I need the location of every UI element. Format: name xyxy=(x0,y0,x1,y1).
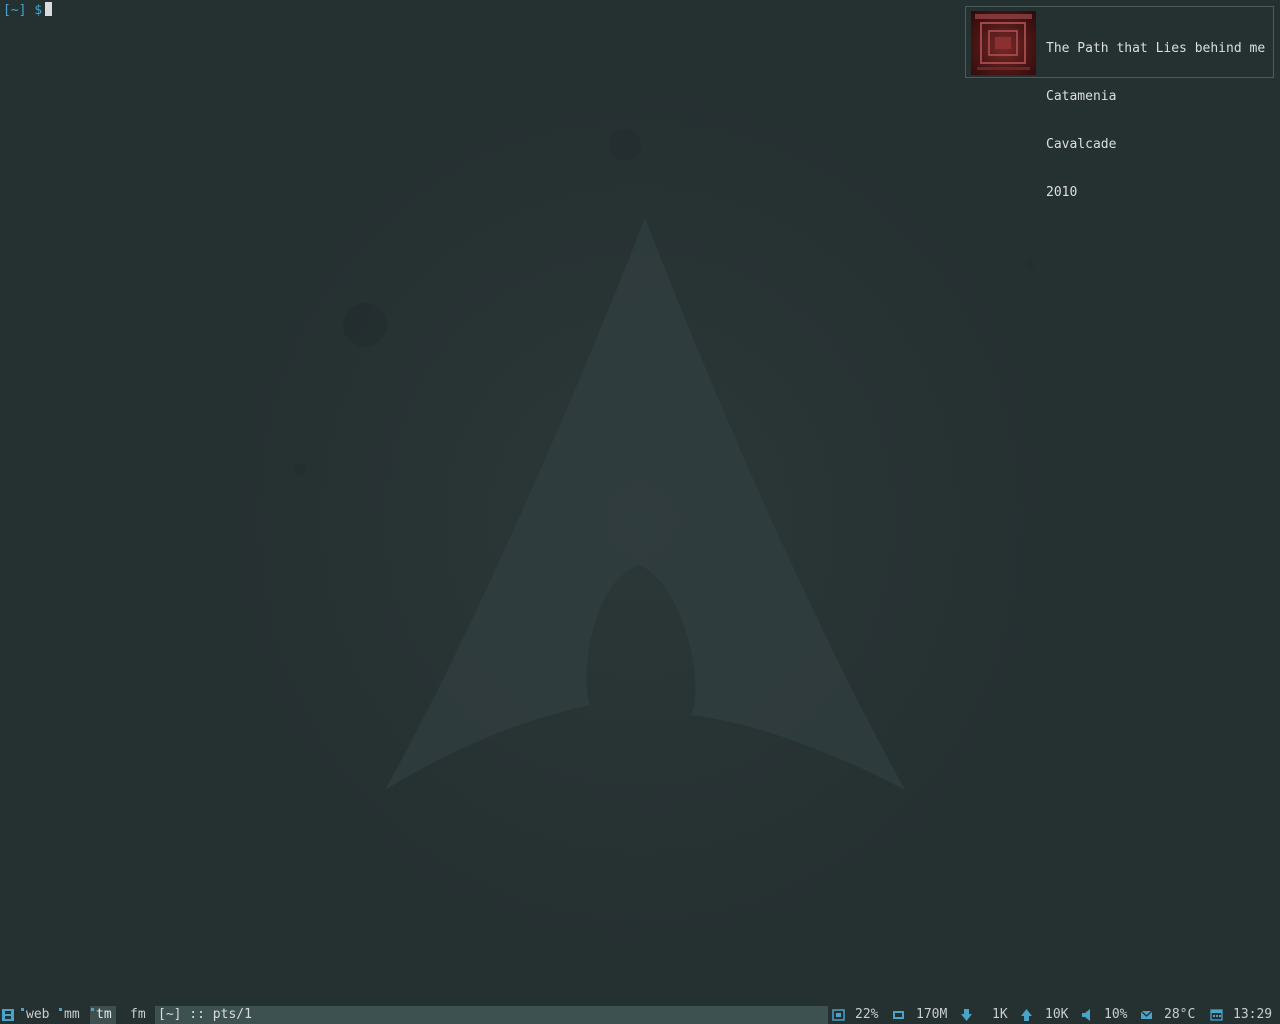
calendar-icon xyxy=(1210,1009,1223,1021)
window-title-text: [~] :: pts/1 xyxy=(158,1007,252,1022)
net-down-rate: 1K xyxy=(992,1007,1008,1022)
tag-label: web xyxy=(26,1007,50,1022)
net-up-widget: 10K xyxy=(1019,1006,1071,1024)
track-album: Cavalcade xyxy=(1046,137,1117,152)
temperature-value: 28°C xyxy=(1164,1007,1196,1022)
track-artist: Catamenia xyxy=(1046,89,1117,104)
net-up-rate: 10K xyxy=(1045,1007,1069,1022)
tag-label: fm xyxy=(130,1007,146,1022)
net-down-widget: 1K xyxy=(959,1006,1009,1024)
memory-usage: 170M xyxy=(916,1007,948,1022)
download-arrow-icon xyxy=(961,1009,972,1021)
speaker-icon xyxy=(1082,1009,1090,1021)
memory-widget: 170M xyxy=(892,1006,952,1024)
tag-mm[interactable]: mm xyxy=(58,1006,84,1024)
menu-icon[interactable] xyxy=(2,1009,14,1021)
tag-tm[interactable]: tm xyxy=(90,1006,116,1024)
cpu-icon xyxy=(832,1009,845,1021)
album-cover-art xyxy=(971,11,1036,75)
bottom-panel: web mm tm fm [~] :: pts/1 22% 170M 1K 10… xyxy=(0,1006,1280,1024)
track-title: The Path that Lies behind me xyxy=(1046,41,1266,56)
tag-fm[interactable]: fm xyxy=(124,1006,150,1024)
clock-widget[interactable]: 13:29 xyxy=(1210,1006,1278,1024)
track-year: 2010 xyxy=(1046,185,1078,200)
temperature-widget: 28°C xyxy=(1140,1006,1200,1024)
cpu-widget: 22% xyxy=(832,1006,882,1024)
tag-web[interactable]: web xyxy=(20,1006,53,1024)
tag-occupied-indicator xyxy=(91,1008,94,1011)
tag-occupied-indicator xyxy=(59,1008,62,1011)
focused-window-title[interactable]: [~] :: pts/1 xyxy=(155,1006,828,1024)
volume-level: 10% xyxy=(1104,1007,1128,1022)
memory-icon xyxy=(893,1011,904,1019)
tag-label: mm xyxy=(64,1007,80,1022)
tag-occupied-indicator xyxy=(21,1008,24,1011)
tag-label: tm xyxy=(96,1007,112,1022)
volume-widget[interactable]: 10% xyxy=(1081,1006,1131,1024)
text-cursor xyxy=(45,2,53,16)
terminal-prompt[interactable]: [~] $ xyxy=(3,2,53,18)
mail-icon xyxy=(1140,1010,1153,1019)
clock-time: 13:29 xyxy=(1233,1007,1273,1022)
now-playing-notification[interactable]: The Path that Lies behind me Catamenia C… xyxy=(965,6,1274,200)
cpu-usage: 22% xyxy=(855,1007,879,1022)
prompt-text: [~] $ xyxy=(3,3,43,18)
upload-arrow-icon xyxy=(1021,1009,1032,1021)
